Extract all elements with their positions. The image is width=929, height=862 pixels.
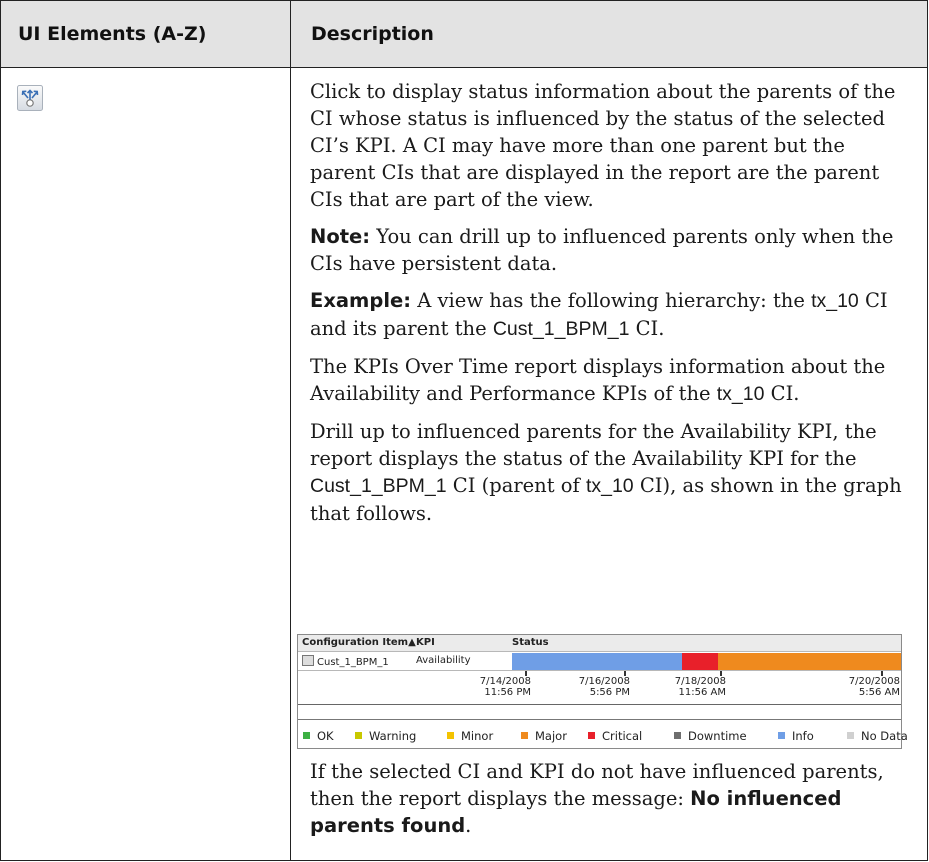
axis-tick-label: 7/20/2008 5:56 AM [848,676,900,698]
legend-swatch [778,732,785,739]
legend-label: Critical [602,729,643,743]
drill-text: Drill up to influenced parents for the A… [310,420,877,470]
ci-code: tx_10 [716,383,765,405]
legend-swatch [674,732,681,739]
paragraph-divider [297,752,902,753]
note-paragraph: Note: You can drill up to influenced par… [310,223,910,277]
report-text: CI. [764,382,800,405]
status-segment-critical [682,653,718,670]
legend-label: Warning [369,729,417,743]
legend-label: No Data [861,729,908,743]
legend-item-critical: Critical [588,729,642,743]
status-segment-info [512,653,682,670]
status-legend: OK Warning Minor Major Critical Downtime Info N… [298,719,908,745]
kpi-status-graph: Configuration Item▲ KPI Status Cust_1_BP… [297,634,908,749]
ci-code: tx_10 [585,475,634,497]
legend-item-no-data: No Data [847,729,908,743]
column-divider [290,0,291,860]
ci-column-header[interactable]: Configuration Item▲ [302,637,416,648]
legend-swatch [847,732,854,739]
example-text: A view has the following hierarchy: the [411,289,812,312]
header-description: Description [311,23,434,45]
legend-label: Minor [461,729,494,743]
legend-label: Info [792,729,814,743]
drill-up-paragraph: Drill up to influenced parents for the A… [310,418,910,527]
ci-code: Cust_1_BPM_1 [310,475,447,497]
legend-item-downtime: Downtime [674,729,747,743]
legend-label: OK [317,729,334,743]
note-label: Note: [310,225,371,248]
graph-row: Cust_1_BPM_1 Availability [298,652,901,671]
description-cell: Click to display status information abou… [310,78,910,537]
legend-swatch [303,732,310,739]
status-bar-track [512,652,901,671]
ci-name: Cust_1_BPM_1 [317,657,389,668]
header-ui-elements: UI Elements (A-Z) [18,23,207,45]
example-paragraph: Example: A view has the following hierar… [310,287,910,343]
example-text: CI. [629,317,665,340]
drill-up-influenced-parents-icon[interactable] [17,85,43,111]
legend-item-major: Major [521,729,567,743]
message-text: . [465,814,472,837]
table-header-row: UI Elements (A-Z) Description [1,0,927,68]
drill-text: CI (parent of [446,474,586,497]
legend-item-minor: Minor [447,729,493,743]
example-label: Example: [310,289,412,312]
status-column-header: Status [512,637,549,648]
legend-swatch [355,732,362,739]
axis-tick-label: 7/18/2008 11:56 AM [674,676,726,698]
legend-label: Downtime [688,729,747,743]
legend-item-warning: Warning [355,729,416,743]
no-parents-text: If the selected CI and KPI do not have i… [310,758,910,839]
status-segment-major [718,653,901,670]
graph-header: Configuration Item▲ KPI Status [298,635,901,652]
legend-label: Major [535,729,567,743]
legend-item-ok: OK [303,729,334,743]
ci-code: tx_10 [811,290,859,312]
note-text: You can drill up to influenced parents o… [310,225,894,275]
axis-tick-label: 7/16/2008 5:56 PM [578,676,630,698]
axis-tick-label: 7/14/2008 11:56 PM [479,676,531,698]
ci-code: Cust_1_BPM_1 [492,318,630,340]
time-axis: 7/14/2008 11:56 PM 7/16/2008 5:56 PM 7/18/20… [298,671,901,705]
ci-icon [302,655,314,666]
no-parents-paragraph: If the selected CI and KPI do not have i… [310,758,910,849]
kpi-column-header: KPI [416,637,435,648]
legend-swatch [588,732,595,739]
kpi-name: Availability [416,655,471,666]
legend-swatch [521,732,528,739]
legend-item-info: Info [778,729,814,743]
report-paragraph: The KPIs Over Time report displays infor… [310,353,910,408]
ci-cell[interactable]: Cust_1_BPM_1 [302,655,389,668]
description-paragraph: Click to display status information abou… [310,80,896,211]
legend-swatch [447,732,454,739]
